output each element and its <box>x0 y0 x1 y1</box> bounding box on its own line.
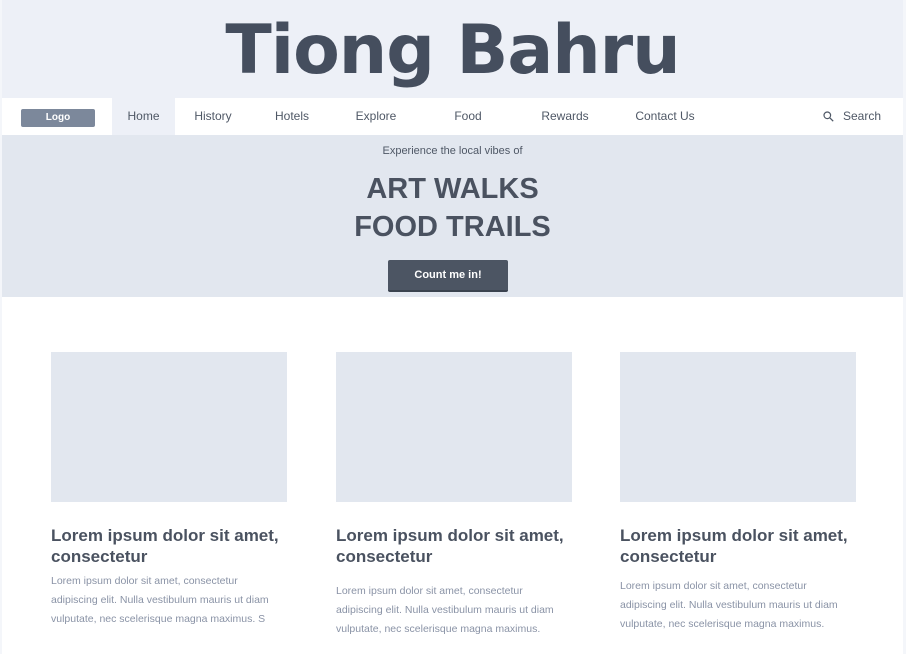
hero-headline-line-1: ART WALKS <box>366 173 539 205</box>
card-title: Lorem ipsum dolor sit amet, consectetur <box>336 526 564 566</box>
count-me-in-button[interactable]: Count me in! <box>388 260 508 292</box>
hero-banner: Experience the local vibes of ART WALKS … <box>2 135 903 297</box>
nav-item-explore[interactable]: Explore <box>345 98 407 135</box>
search-icon <box>823 109 843 123</box>
title-banner: Tiong Bahru <box>2 0 903 98</box>
nav-item-rewards[interactable]: Rewards <box>532 98 598 135</box>
search-button[interactable]: Search <box>823 98 881 135</box>
card-text: Lorem ipsum dolor sit amet, consectetur … <box>51 575 269 625</box>
nav-item-contact-us[interactable]: Contact Us <box>628 98 702 135</box>
card-text: Lorem ipsum dolor sit amet, consectetur … <box>620 580 838 630</box>
card-image-placeholder <box>336 352 572 502</box>
search-label: Search <box>842 109 881 123</box>
page-frame: Tiong Bahru Logo Home History Hotels Exp… <box>2 0 903 654</box>
hero-kicker: Experience the local vibes of <box>382 145 523 157</box>
nav-item-hotels[interactable]: Hotels <box>264 98 320 135</box>
nav-item-home[interactable]: Home <box>112 98 175 135</box>
card-image-placeholder <box>51 352 287 502</box>
top-navbar: Logo Home History Hotels Explore Food Re… <box>2 98 903 135</box>
nav-item-food[interactable]: Food <box>442 98 494 135</box>
hero-headline-line-2: FOOD TRAILS <box>354 211 551 243</box>
card-title: Lorem ipsum dolor sit amet, consectetur <box>620 526 848 566</box>
card-title: Lorem ipsum dolor sit amet, consectetur <box>51 526 279 566</box>
card-image-placeholder <box>620 352 856 502</box>
card-text: Lorem ipsum dolor sit amet, consectetur … <box>336 585 554 635</box>
nav-item-history[interactable]: History <box>182 98 244 135</box>
site-title: Tiong Bahru <box>225 11 680 90</box>
logo[interactable]: Logo <box>21 109 95 127</box>
